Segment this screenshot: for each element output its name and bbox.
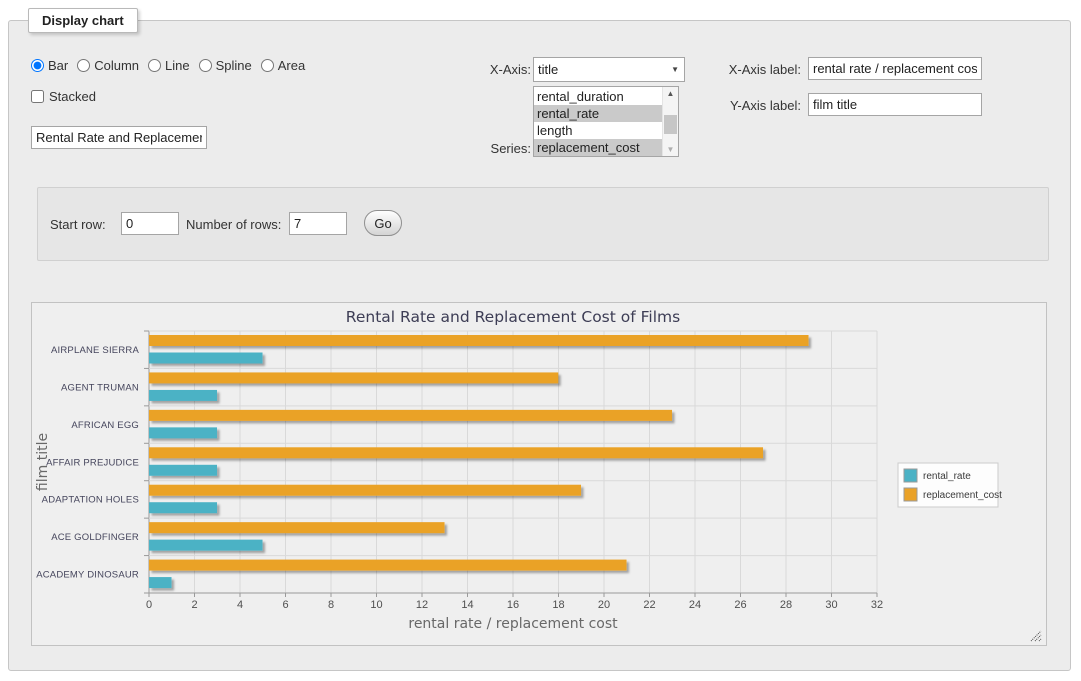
category-label: AGENT TRUMAN: [61, 382, 139, 393]
x-tick-label: 2: [191, 599, 197, 611]
radio-column[interactable]: [77, 59, 90, 72]
x-axis-title: rental rate / replacement cost: [408, 616, 618, 632]
bar-replacement_cost: [149, 522, 445, 533]
scrollbar-thumb[interactable]: [664, 115, 677, 133]
chart-svg: 02468101214161820222426283032AIRPLANE SI…: [32, 303, 1046, 645]
x-axis-select[interactable]: title ▼: [533, 57, 685, 82]
chart-type-option-bar[interactable]: Bar: [31, 58, 68, 73]
category-label: AFRICAN EGG: [71, 420, 139, 431]
y-axis-title: film title: [35, 433, 51, 491]
stacked-label: Stacked: [49, 89, 96, 104]
x-axis-selected-value: title: [538, 62, 558, 77]
series-option-rental_duration[interactable]: rental_duration: [534, 88, 662, 105]
bar-replacement_cost: [149, 560, 627, 571]
bar-replacement_cost: [149, 447, 763, 458]
radio-label: Bar: [48, 58, 68, 73]
x-tick-label: 16: [507, 599, 519, 611]
bar-rental_rate: [149, 427, 217, 438]
stacked-option[interactable]: Stacked: [31, 89, 96, 104]
stacked-checkbox[interactable]: [31, 90, 44, 103]
radio-area[interactable]: [261, 59, 274, 72]
y-axis-label-field-label: Y-Axis label:: [711, 98, 801, 113]
series-listbox[interactable]: rental_durationrental_ratelengthreplacem…: [533, 86, 679, 157]
bar-rental_rate: [149, 465, 217, 476]
legend-label: rental_rate: [923, 471, 971, 482]
page: Display chart Bar Column Line Spline Area St…: [0, 0, 1081, 681]
category-label: ADAPTATION HOLES: [42, 495, 139, 506]
x-tick-label: 4: [237, 599, 243, 611]
series-label: Series:: [441, 141, 531, 156]
radio-label: Column: [94, 58, 139, 73]
legend-swatch: [904, 469, 917, 482]
chart-type-option-column[interactable]: Column: [77, 58, 139, 73]
x-axis-label-field-label: X-Axis label:: [711, 62, 801, 77]
radio-label: Area: [278, 58, 305, 73]
series-option-rental_rate[interactable]: rental_rate: [534, 105, 662, 122]
category-label: ACADEMY DINOSAUR: [36, 570, 139, 581]
bar-rental_rate: [149, 390, 217, 401]
series-option-length[interactable]: length: [534, 122, 662, 139]
scrollbar-track[interactable]: [663, 100, 678, 143]
x-tick-label: 28: [780, 599, 792, 611]
legend-item-rental_rate: rental_rate: [904, 469, 971, 482]
rows-panel: Start row: Number of rows: Go: [37, 187, 1049, 261]
panel-title: Display chart: [28, 8, 138, 33]
x-tick-label: 20: [598, 599, 610, 611]
radio-line[interactable]: [148, 59, 161, 72]
category-label: ACE GOLDFINGER: [51, 532, 139, 543]
bar-rental_rate: [149, 502, 217, 513]
number-of-rows-input[interactable]: [289, 212, 347, 235]
x-tick-label: 8: [328, 599, 334, 611]
chart-type-option-spline[interactable]: Spline: [199, 58, 252, 73]
radio-label: Line: [165, 58, 190, 73]
scroll-down-icon[interactable]: ▼: [663, 143, 678, 156]
number-of-rows-label: Number of rows:: [186, 217, 281, 232]
x-tick-label: 26: [734, 599, 746, 611]
x-tick-label: 24: [689, 599, 701, 611]
radio-spline[interactable]: [199, 59, 212, 72]
radio-bar[interactable]: [31, 59, 44, 72]
go-button[interactable]: Go: [364, 210, 402, 236]
start-row-label: Start row:: [50, 217, 106, 232]
y-axis-label-input[interactable]: [808, 93, 982, 116]
chart-title: Rental Rate and Replacement Cost of Film…: [346, 308, 680, 326]
radio-label: Spline: [216, 58, 252, 73]
category-label: AFFAIR PREJUDICE: [46, 457, 139, 468]
x-axis-label-input[interactable]: [808, 57, 982, 80]
legend-label: replacement_cost: [923, 490, 1002, 501]
bar-rental_rate: [149, 540, 263, 551]
series-options: rental_durationrental_ratelengthreplacem…: [534, 87, 662, 156]
scroll-up-icon[interactable]: ▲: [663, 87, 678, 100]
series-scrollbar[interactable]: ▲ ▼: [662, 87, 678, 156]
x-tick-label: 18: [552, 599, 564, 611]
display-chart-panel: Display chart BarColumnLineSplineArea St…: [8, 20, 1071, 671]
bar-replacement_cost: [149, 335, 809, 346]
dropdown-arrow-icon: ▼: [671, 65, 679, 74]
x-tick-label: 14: [461, 599, 473, 611]
x-tick-label: 6: [282, 599, 288, 611]
bar-replacement_cost: [149, 372, 558, 383]
category-label: AIRPLANE SIERRA: [51, 345, 139, 356]
bar-replacement_cost: [149, 410, 672, 421]
x-tick-label: 12: [416, 599, 428, 611]
chart-type-option-area[interactable]: Area: [261, 58, 305, 73]
chart-type-option-line[interactable]: Line: [148, 58, 190, 73]
x-tick-label: 30: [825, 599, 837, 611]
legend-swatch: [904, 488, 917, 501]
chart-type-radio-group: Bar Column Line Spline Area: [31, 58, 314, 73]
x-tick-label: 0: [146, 599, 152, 611]
start-row-input[interactable]: [121, 212, 179, 235]
x-axis-label: X-Axis:: [441, 62, 531, 77]
x-tick-label: 22: [643, 599, 655, 611]
x-tick-label: 10: [370, 599, 382, 611]
resize-grip-icon[interactable]: [1031, 631, 1041, 641]
bar-replacement_cost: [149, 485, 581, 496]
chart-legend: rental_rate replacement_cost: [898, 463, 1002, 507]
bar-rental_rate: [149, 577, 172, 588]
chart-panel: 02468101214161820222426283032AIRPLANE SI…: [31, 302, 1047, 646]
series-option-replacement_cost[interactable]: replacement_cost: [534, 139, 662, 156]
x-tick-label: 32: [871, 599, 883, 611]
bar-rental_rate: [149, 353, 263, 364]
chart-title-input[interactable]: [31, 126, 207, 149]
